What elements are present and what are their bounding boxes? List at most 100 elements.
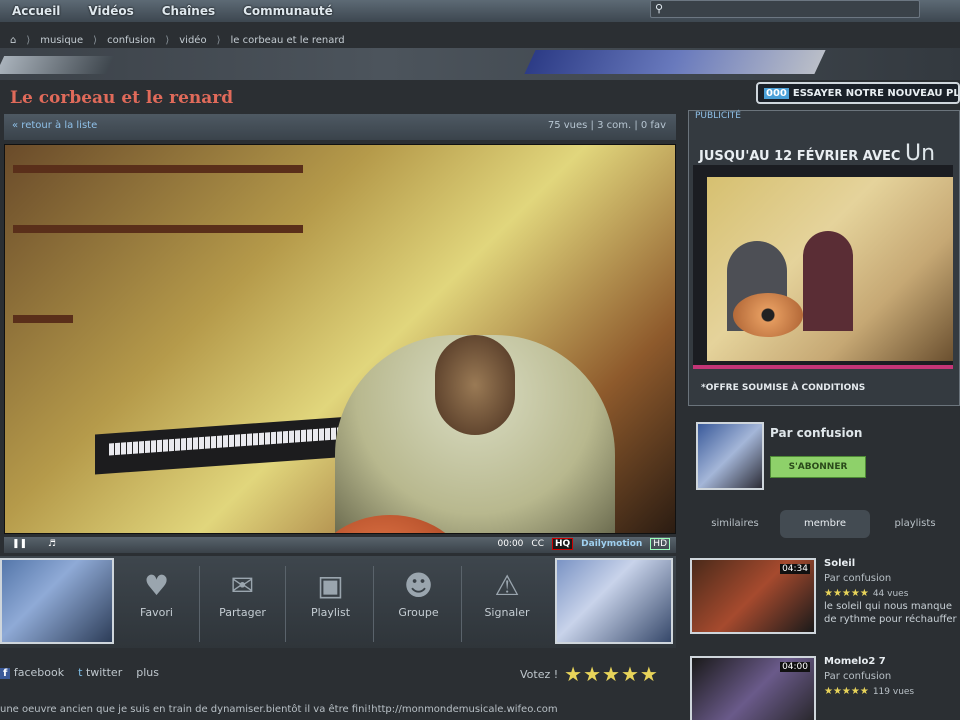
next-video-thumbnail[interactable] (555, 558, 673, 644)
star-icon[interactable]: ★ (640, 662, 659, 686)
related-snippet: de rythme pour réchauffer (824, 614, 957, 625)
volume-icon[interactable]: ♬ (48, 539, 56, 549)
list-item[interactable]: 04:34 Soleil Par confusion ★★★★★ 44 vues … (690, 558, 960, 642)
shelf (13, 225, 303, 233)
rating-widget: Votez ! ★★★★★ (520, 662, 659, 686)
owner-name[interactable]: Par confusion (770, 426, 862, 440)
banner-decoration (0, 56, 115, 74)
search-icon[interactable]: ⚲ (655, 2, 663, 15)
keyboard-instrument (95, 415, 365, 475)
cc-button[interactable]: CC (531, 539, 544, 549)
group-icon: ☻ (403, 569, 434, 602)
facebook-icon: f (0, 667, 11, 679)
partager-label: Partager (219, 606, 266, 619)
actions-bar: ♥ Favori ✉ Partager ▣ Playlist ☻ Groupe … (0, 556, 676, 648)
hq-button[interactable]: HQ (551, 538, 574, 550)
related-rating: ★★★★★ 119 vues (824, 686, 915, 697)
channel-owner: Par confusion S'ABONNER (696, 418, 960, 498)
header-banner (0, 48, 960, 80)
dailymotion-logo[interactable]: Dailymotion (581, 539, 642, 549)
chevron-right-icon: ⟩ (26, 34, 31, 46)
play-pause-icon[interactable]: ❚❚ (12, 539, 27, 549)
ad-guitar (733, 293, 803, 337)
groupe-button[interactable]: ☻ Groupe (376, 566, 462, 642)
twitter-share-link[interactable]: t twitter (78, 666, 122, 679)
promo-text: ESSAYER NOTRE NOUVEAU PL (792, 88, 960, 99)
video-duration: 04:00 (780, 662, 810, 672)
signaler-label: Signaler (484, 606, 530, 619)
related-rating: ★★★★★ 44 vues (824, 588, 909, 599)
breadcrumb: ⌂ ⟩ musique ⟩ confusion ⟩ vidéo ⟩ le cor… (10, 30, 345, 50)
breadcrumb-item[interactable]: confusion (107, 35, 155, 46)
player-time: 00:00 (497, 539, 524, 549)
previous-video-thumbnail[interactable] (0, 558, 114, 644)
hd-button[interactable]: HD (650, 538, 670, 550)
chevron-right-icon: ⟩ (93, 34, 98, 46)
advertisement[interactable]: PUBLICITÉ JUSQU'AU 12 FÉVRIER AVEC Un *O… (688, 110, 960, 406)
shelf (13, 315, 73, 323)
related-owner: Par confusion (824, 671, 892, 682)
video-title: Le corbeau et le renard (10, 88, 234, 108)
envelope-icon: ✉ (230, 569, 255, 602)
social-share: f facebook t twitter plus (0, 660, 159, 684)
breadcrumb-item[interactable]: musique (40, 35, 83, 46)
promo-tag: 000 (764, 88, 789, 99)
twitter-icon: t (78, 665, 83, 679)
star-icon[interactable]: ★ (564, 662, 583, 686)
promo-button[interactable]: 000 ESSAYER NOTRE NOUVEAU PL (756, 82, 960, 104)
star-icon[interactable]: ★ (621, 662, 640, 686)
signaler-button[interactable]: ⚠ Signaler (464, 566, 550, 642)
video-header: « retour à la liste 75 vues | 3 com. | 0… (4, 114, 676, 140)
avatar[interactable] (696, 422, 764, 490)
ad-person (803, 231, 853, 331)
more-share-link[interactable]: plus (136, 666, 159, 679)
playlist-label: Playlist (310, 606, 351, 619)
ad-headline-text: JUSQU'AU 12 FÉVRIER AVEC (699, 149, 901, 164)
nav-chaines[interactable]: Chaînes (162, 4, 215, 18)
shelf (13, 165, 303, 173)
player-controls: ❚❚ ♬ 00:00 CC HQ Dailymotion HD (4, 537, 676, 553)
nav-accueil[interactable]: Accueil (12, 4, 60, 18)
subscribe-button[interactable]: S'ABONNER (770, 456, 866, 478)
related-thumbnail[interactable]: 04:00 (690, 656, 816, 720)
related-owner: Par confusion (824, 573, 892, 584)
related-snippet: le soleil qui nous manque (824, 601, 952, 612)
video-duration: 04:34 (780, 564, 810, 574)
ad-headline: JUSQU'AU 12 FÉVRIER AVEC Un (699, 141, 935, 166)
facebook-share-link[interactable]: f facebook (0, 666, 64, 679)
video-player[interactable] (4, 144, 676, 534)
star-icon[interactable]: ★ (583, 662, 602, 686)
related-info: Soleil Par confusion ★★★★★ 44 vues le sol… (824, 558, 960, 625)
home-icon[interactable]: ⌂ (10, 35, 16, 46)
back-to-list-link[interactable]: « retour à la liste (12, 120, 97, 131)
ad-brand: Un (904, 141, 936, 166)
star-rating[interactable]: ★★★★★ (564, 662, 659, 686)
banner-logo-shape (524, 50, 826, 74)
related-title[interactable]: Soleil (824, 558, 960, 569)
related-tabs: similaires membre playlists (690, 510, 960, 538)
tab-membre[interactable]: membre (780, 510, 870, 538)
breadcrumb-item[interactable]: vidéo (179, 35, 206, 46)
search-input[interactable]: ⚲ (650, 0, 920, 18)
related-title[interactable]: Momelo2 7 (824, 656, 960, 667)
playlist-icon: ▣ (317, 569, 344, 602)
nav-videos[interactable]: Vidéos (88, 4, 133, 18)
favori-button[interactable]: ♥ Favori (114, 566, 200, 642)
tab-playlists[interactable]: playlists (870, 510, 960, 538)
warning-icon: ⚠ (494, 569, 520, 602)
vote-label: Votez ! (520, 667, 559, 681)
tab-similaires[interactable]: similaires (690, 510, 780, 538)
chevron-right-icon: ⟩ (165, 34, 170, 46)
related-thumbnail[interactable]: 04:34 (690, 558, 816, 634)
heart-icon: ♥ (143, 569, 170, 602)
favori-label: Favori (140, 606, 173, 619)
nav-communaute[interactable]: Communauté (243, 4, 333, 18)
related-views: 119 vues (872, 687, 915, 697)
related-info: Momelo2 7 Par confusion ★★★★★ 119 vues (824, 656, 960, 697)
list-item[interactable]: 04:00 Momelo2 7 Par confusion ★★★★★ 119 v… (690, 656, 960, 720)
partager-button[interactable]: ✉ Partager (200, 566, 286, 642)
video-stats: 75 vues | 3 com. | 0 fav (547, 120, 666, 131)
star-icon[interactable]: ★ (602, 662, 621, 686)
ad-footnote: *OFFRE SOUMISE À CONDITIONS (701, 383, 866, 393)
playlist-button[interactable]: ▣ Playlist (288, 566, 374, 642)
